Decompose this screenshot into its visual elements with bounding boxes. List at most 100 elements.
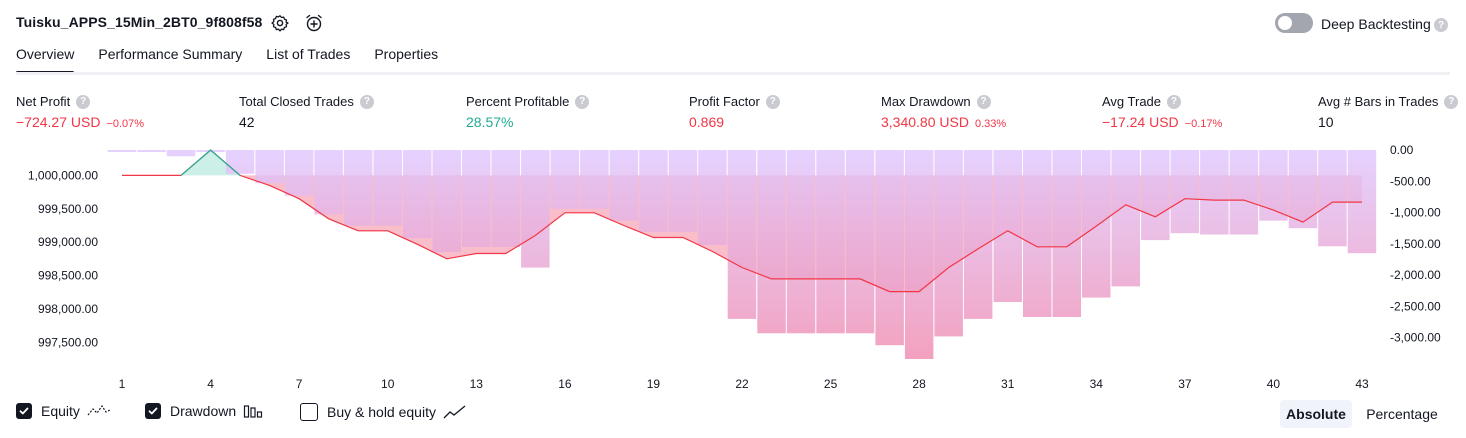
drawdown-bar: [1023, 150, 1052, 317]
drawdown-bar: [137, 150, 166, 152]
drawdown-bar: [1200, 150, 1229, 235]
drawdown-bar: [491, 150, 520, 247]
drawdown-bar: [727, 150, 757, 319]
checkbox-equity[interactable]: [16, 403, 32, 419]
legend-drawdown[interactable]: Drawdown: [145, 403, 263, 419]
help-icon[interactable]: ?: [76, 94, 91, 109]
metric-percent: −0.17%: [1184, 118, 1223, 130]
drawdown-bar: [343, 150, 373, 226]
help-icon[interactable]: ?: [1444, 94, 1459, 109]
drawdown-bar: [580, 150, 609, 209]
deep-backtesting-toggle[interactable]: [1275, 13, 1313, 33]
drawdown-bar: [1111, 150, 1140, 287]
drawdown-bar: [1288, 150, 1318, 229]
x-axis-tick: 40: [1267, 377, 1281, 391]
right-axis-tick: -1,500.00: [1390, 237, 1441, 251]
tab-overview[interactable]: Overview: [16, 46, 75, 74]
drawdown-bar: [462, 150, 491, 247]
drawdown-bar: [373, 150, 402, 226]
metric-percent-profitable: Percent Profitable? 28.57%: [466, 94, 590, 130]
toggle-knob: [1278, 16, 1292, 30]
drawdown-bar: [1052, 150, 1081, 317]
metric-percent: 0.33%: [974, 118, 1007, 130]
metric-profit-factor: Profit Factor? 0.869: [689, 94, 780, 130]
drawdown-bar: [1318, 150, 1347, 247]
help-icon[interactable]: ?: [1434, 18, 1448, 32]
metric-label: Total Closed Trades: [239, 94, 354, 109]
drawdown-bar: [993, 150, 1022, 302]
metric-value: −724.27 USD: [16, 114, 101, 130]
x-axis-tick: 34: [1090, 377, 1104, 391]
drawdown-bars-icon: [244, 405, 263, 418]
drawdown-bar: [668, 150, 698, 232]
drawdown-bar: [1170, 150, 1200, 234]
tab-list-of-trades[interactable]: List of Trades: [266, 46, 350, 72]
left-axis-tick: 999,500.00: [38, 202, 98, 216]
x-axis-tick: 16: [558, 377, 572, 391]
x-axis-tick: 10: [381, 377, 395, 391]
help-icon[interactable]: ?: [575, 94, 590, 109]
legend-label: Drawdown: [170, 403, 237, 419]
left-axis-tick: 999,000.00: [38, 235, 98, 249]
help-icon[interactable]: ?: [765, 94, 780, 109]
x-axis-tick: 1: [119, 377, 126, 391]
drawdown-bar: [816, 150, 845, 334]
drawdown-bar: [314, 150, 343, 215]
drawdown-bar: [639, 150, 668, 232]
drawdown-bar: [963, 150, 993, 319]
drawdown-bar: [432, 150, 461, 252]
help-icon[interactable]: ?: [1167, 94, 1182, 109]
drawdown-bar: [284, 150, 314, 196]
legend-label: Equity: [41, 403, 80, 419]
equity-chart[interactable]: 1,000,000.00 999,500.00 999,000.00 998,500.…: [0, 140, 1466, 395]
alarm-clock-plus-icon[interactable]: [304, 13, 324, 33]
legend-buy-hold[interactable]: Buy & hold equity: [300, 403, 467, 421]
percentage-button[interactable]: Percentage: [1358, 400, 1446, 428]
equity-line-icon: [87, 404, 111, 416]
drawdown-bar: [757, 150, 786, 334]
drawdown-bar: [550, 150, 580, 209]
drawdown-bar: [403, 150, 432, 239]
metric-net-profit: Net Profit? −724.27 USD −0.07%: [16, 94, 144, 130]
metric-value: −17.24 USD: [1102, 114, 1179, 130]
deep-backtesting-label: Deep Backtesting: [1321, 16, 1431, 32]
metric-label: Profit Factor: [689, 94, 760, 109]
help-icon[interactable]: ?: [359, 94, 374, 109]
metric-value: 42: [239, 114, 255, 130]
x-axis-tick: 4: [207, 377, 214, 391]
metric-percent: −0.07%: [106, 118, 145, 130]
drawdown-bar: [934, 150, 963, 337]
x-axis-tick: 25: [824, 377, 838, 391]
tab-divider: [16, 72, 1450, 75]
drawdown-bar: [166, 150, 196, 157]
x-axis-tick: 31: [1001, 377, 1015, 391]
strategy-name: Tuisku_APPS_15Min_2BT0_9f808f58: [16, 14, 263, 30]
metric-value: 3,340.80 USD: [881, 114, 969, 130]
tab-bar: Overview Performance Summary List of Tra…: [16, 46, 462, 74]
metric-total-closed-trades: Total Closed Trades? 42: [239, 94, 374, 130]
left-axis-tick: 998,500.00: [38, 269, 98, 283]
tab-performance-summary[interactable]: Performance Summary: [98, 46, 242, 72]
drawdown-bar: [521, 150, 550, 268]
legend-equity[interactable]: Equity: [16, 403, 111, 419]
x-axis-tick: 43: [1355, 377, 1369, 391]
absolute-button[interactable]: Absolute: [1280, 400, 1352, 428]
drawdown-bar: [875, 150, 904, 346]
drawdown-bar: [107, 150, 137, 152]
drawdown-bar: [845, 150, 875, 334]
drawdown-bar: [609, 150, 639, 221]
metric-label: Percent Profitable: [466, 94, 570, 109]
left-axis-tick: 998,000.00: [38, 302, 98, 316]
buy-hold-line-icon: [443, 405, 466, 419]
gear-icon[interactable]: [270, 13, 290, 33]
x-axis-tick: 22: [735, 377, 749, 391]
checkbox-drawdown[interactable]: [145, 403, 161, 419]
drawdown-bar: [1082, 150, 1111, 298]
metric-label: Net Profit: [16, 94, 71, 109]
left-axis-tick: 1,000,000.00: [28, 168, 98, 182]
checkbox-buy-hold[interactable]: [300, 403, 318, 421]
tab-properties[interactable]: Properties: [374, 46, 438, 72]
help-icon[interactable]: ?: [976, 94, 991, 109]
right-axis-tick: -3,000.00: [1390, 331, 1441, 345]
right-axis-tick: -2,500.00: [1390, 299, 1441, 313]
